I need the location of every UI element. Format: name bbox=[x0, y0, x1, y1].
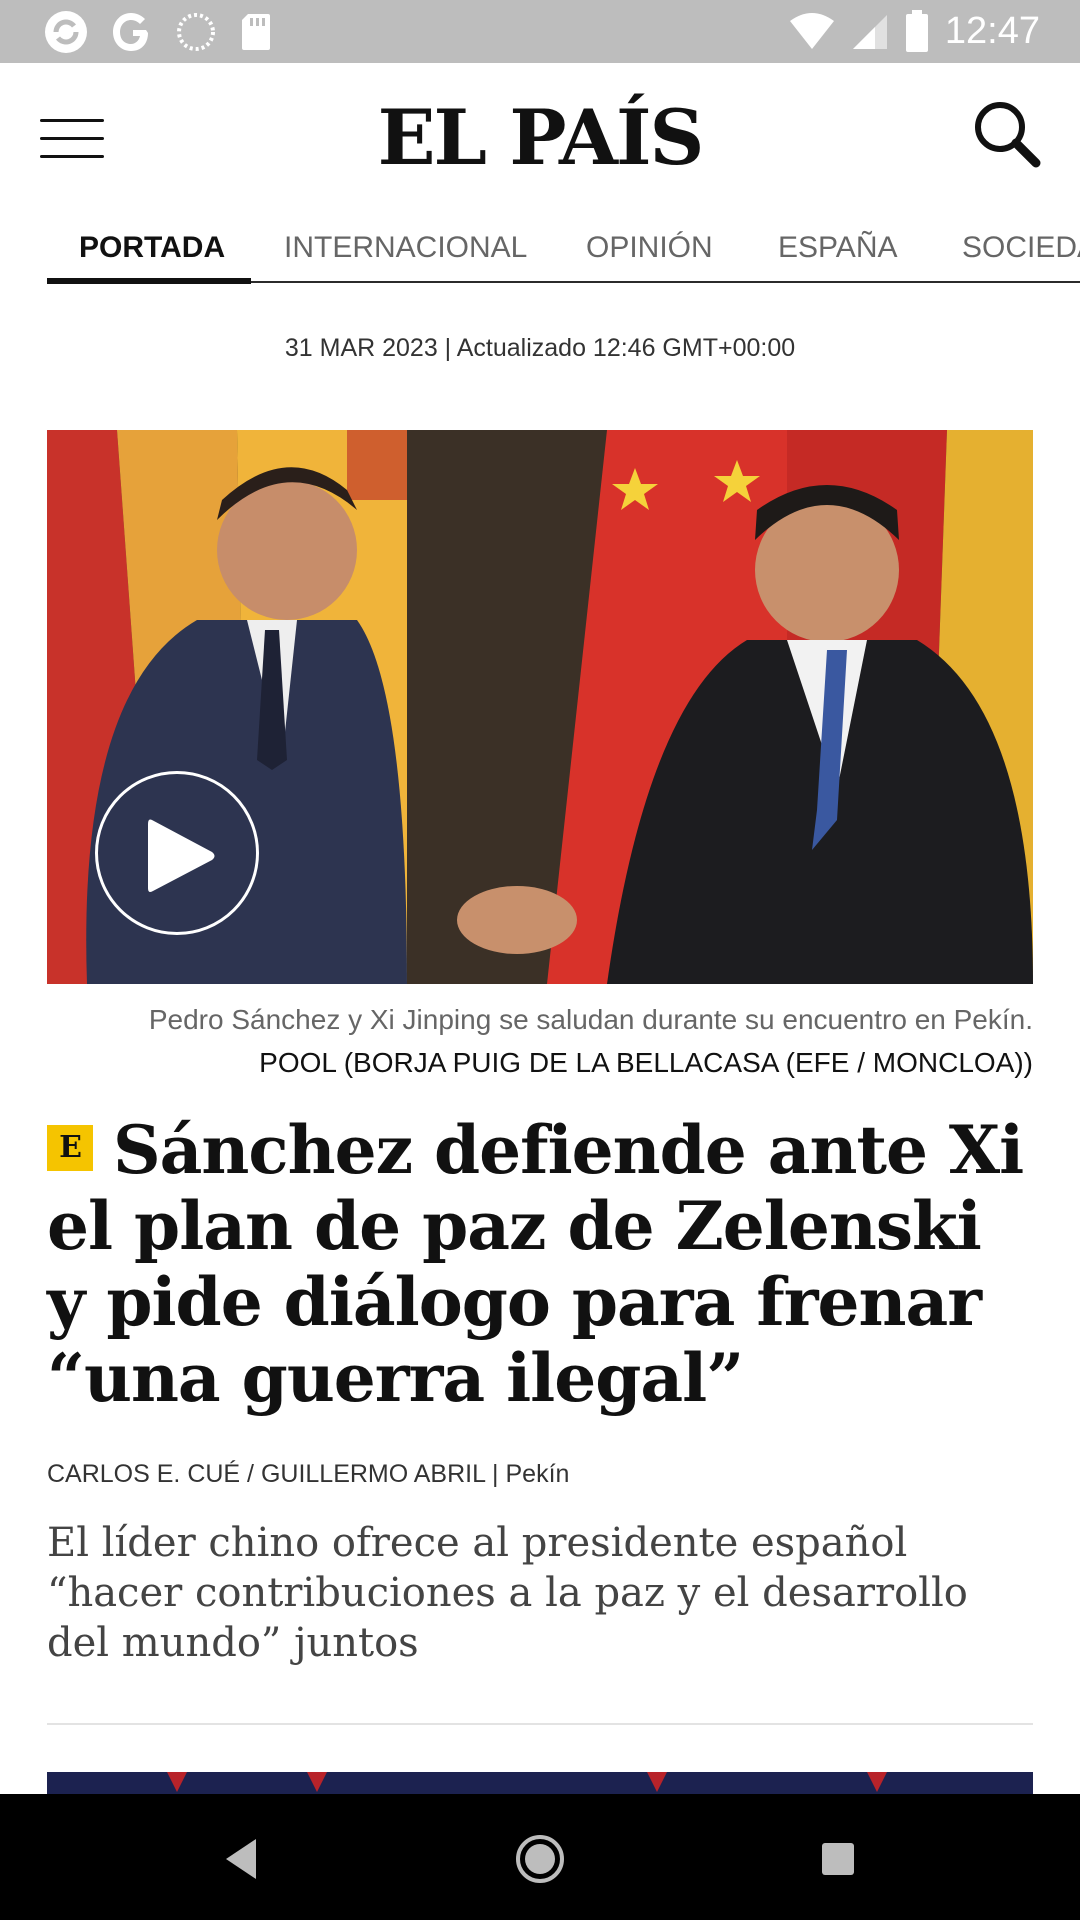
byline-authors[interactable]: CARLOS E. CUÉ / GUILLERMO ABRIL bbox=[47, 1460, 485, 1488]
tab-espana[interactable]: ESPAÑA bbox=[778, 231, 898, 265]
home-icon[interactable] bbox=[505, 1824, 575, 1894]
system-navigation-bar bbox=[0, 1794, 1080, 1920]
tab-portada[interactable]: PORTADA bbox=[79, 231, 225, 265]
hero-video-thumbnail[interactable] bbox=[47, 430, 1033, 984]
status-bar: 12:47 bbox=[0, 0, 1080, 63]
play-video-button[interactable] bbox=[95, 771, 259, 935]
app-header: EL PAÍS bbox=[0, 63, 1080, 213]
next-article-image[interactable] bbox=[47, 1772, 1033, 1794]
image-caption: Pedro Sánchez y Xi Jinping se saludan du… bbox=[148, 1004, 1033, 1035]
article-headline[interactable]: E Sánchez defiende ante Xi el plan de paz… bbox=[47, 1112, 1033, 1416]
battery-icon bbox=[905, 10, 928, 52]
signal-icon bbox=[852, 15, 887, 49]
el-pais-logo[interactable]: EL PAÍS bbox=[0, 93, 1080, 182]
headline-text[interactable]: Sánchez defiende ante Xi el plan de paz … bbox=[47, 1111, 1024, 1417]
byline-location: Pekín bbox=[505, 1460, 570, 1488]
image-credit: POOL (BORJA PUIG DE LA BELLACASA (EFE / … bbox=[259, 1047, 1033, 1078]
active-tab-indicator bbox=[47, 278, 251, 284]
tab-internacional[interactable]: INTERNACIONAL bbox=[284, 231, 527, 265]
status-time: 12:47 bbox=[944, 9, 1040, 52]
exclusive-badge: E bbox=[47, 1125, 93, 1171]
next-article-photo bbox=[47, 1772, 1033, 1794]
wifi-icon bbox=[789, 13, 834, 49]
search-icon[interactable] bbox=[972, 99, 1042, 169]
back-icon[interactable] bbox=[206, 1824, 276, 1894]
google-icon bbox=[113, 13, 148, 51]
section-tabs: PORTADA INTERNACIONAL OPINIÓN ESPAÑA SOC… bbox=[0, 213, 1080, 285]
tab-opinion[interactable]: OPINIÓN bbox=[586, 231, 713, 265]
status-notification-icons bbox=[44, 10, 272, 54]
article-summary[interactable]: El líder chino ofrece al presidente espa… bbox=[47, 1518, 1037, 1668]
byline-separator: | bbox=[485, 1460, 506, 1488]
sd-card-icon bbox=[242, 14, 270, 50]
article-divider bbox=[47, 1723, 1033, 1725]
tab-sociedad[interactable]: SOCIEDA bbox=[962, 231, 1080, 265]
article-date: 31 MAR 2023 | Actualizado 12:46 GMT+00:0… bbox=[284, 334, 796, 362]
status-system-icons: 12:47 bbox=[789, 8, 1040, 54]
play-icon bbox=[148, 819, 215, 892]
sync-app-icon bbox=[45, 11, 87, 53]
circle-app-icon bbox=[177, 13, 215, 51]
recents-icon[interactable] bbox=[803, 1824, 873, 1894]
article-byline: CARLOS E. CUÉ / GUILLERMO ABRIL | Pekín bbox=[47, 1460, 569, 1489]
